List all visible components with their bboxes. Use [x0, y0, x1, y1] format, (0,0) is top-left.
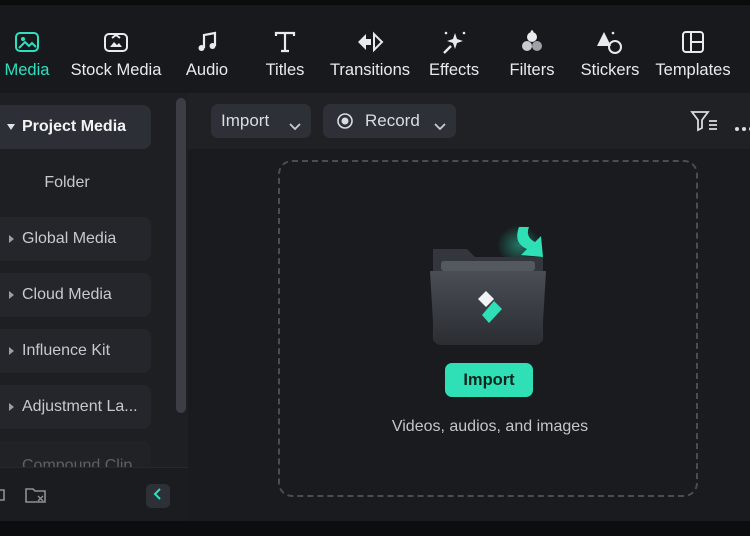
- tab-templates[interactable]: Templates: [655, 27, 731, 87]
- sidebar-item-label: Influence Kit: [22, 342, 111, 359]
- media-sidebar: Project Media Folder Global Media Cloud …: [0, 93, 188, 521]
- caret-right-icon: [0, 402, 22, 412]
- folder-add-icon[interactable]: [0, 486, 8, 509]
- sidebar-item-label: Cloud Media: [22, 286, 112, 303]
- window-bottom-edge: [0, 521, 750, 536]
- tab-titles-label: Titles: [265, 61, 305, 79]
- tab-media-label: Media: [4, 61, 50, 79]
- tab-transitions[interactable]: Transitions: [330, 27, 410, 87]
- sidebar-item-folder[interactable]: Folder: [0, 161, 134, 205]
- media-panel: Import Record Import Videos, audios, and…: [188, 93, 750, 521]
- tab-transitions-label: Transitions: [329, 61, 411, 79]
- tab-stock-media-label: Stock Media: [70, 61, 162, 79]
- tab-titles[interactable]: Titles: [264, 27, 306, 87]
- sidebar-item-cloud-media[interactable]: Cloud Media: [0, 273, 151, 317]
- sidebar-item-label: Adjustment La...: [22, 398, 138, 415]
- tab-filters-label: Filters: [509, 61, 555, 79]
- caret-down-icon: [0, 122, 22, 132]
- caret-right-icon: [0, 290, 22, 300]
- sidebar-footer: [0, 467, 188, 521]
- media-icon: [12, 27, 42, 57]
- more-options-icon[interactable]: [734, 119, 750, 137]
- stickers-icon: [595, 27, 625, 57]
- chevron-down-icon: [289, 116, 301, 136]
- import-hint-text: Videos, audios, and images: [391, 418, 589, 435]
- tab-stickers-label: Stickers: [580, 61, 640, 79]
- folder-remove-icon[interactable]: [24, 485, 48, 510]
- import-dropdown-label: Import: [221, 111, 270, 130]
- sidebar-scrollbar[interactable]: [176, 98, 186, 413]
- sidebar-item-adjustment-layer[interactable]: Adjustment La...: [0, 385, 151, 429]
- music-note-icon: [192, 27, 222, 57]
- caret-right-icon: [0, 234, 22, 244]
- sidebar-item-label: Global Media: [22, 230, 117, 247]
- record-icon: [336, 112, 354, 135]
- media-panel-header: Import Record: [188, 93, 750, 149]
- record-dropdown-label: Record: [365, 111, 420, 130]
- tab-templates-label: Templates: [655, 61, 731, 79]
- effects-sparkle-icon: [439, 27, 469, 57]
- filter-sort-icon[interactable]: [690, 109, 718, 138]
- media-library-area: Project Media Folder Global Media Cloud …: [0, 93, 750, 521]
- import-drop-zone[interactable]: Import Videos, audios, and images: [278, 160, 698, 497]
- text-t-icon: [270, 27, 300, 57]
- collapse-sidebar-button[interactable]: [146, 484, 170, 508]
- tab-audio[interactable]: Audio: [184, 27, 230, 87]
- caret-right-icon: [0, 346, 22, 356]
- filters-icon: [517, 27, 547, 57]
- tab-filters[interactable]: Filters: [508, 27, 556, 87]
- sidebar-item-label: Folder: [44, 174, 90, 191]
- transitions-icon: [355, 27, 385, 57]
- import-button[interactable]: Import: [445, 363, 533, 397]
- tab-media[interactable]: Media: [3, 27, 51, 87]
- templates-icon: [678, 27, 708, 57]
- stock-media-icon: [101, 27, 131, 57]
- tab-effects-label: Effects: [428, 61, 480, 79]
- sidebar-item-label: Project Media: [22, 118, 127, 135]
- sidebar-item-label: Compound Clip: [22, 457, 133, 467]
- chevron-left-icon: [153, 487, 163, 505]
- import-dropdown[interactable]: Import: [211, 104, 311, 138]
- folder-import-illustration-icon: [427, 219, 549, 354]
- sidebar-item-project-media[interactable]: Project Media: [0, 105, 151, 149]
- sidebar-item-influence-kit[interactable]: Influence Kit: [0, 329, 151, 373]
- record-dropdown[interactable]: Record: [323, 104, 456, 138]
- tab-stickers[interactable]: Stickers: [581, 27, 639, 87]
- media-toolbar: Media Stock Media Audio Titles Transitio…: [0, 5, 750, 93]
- tab-stock-media[interactable]: Stock Media: [70, 27, 162, 87]
- tab-effects[interactable]: Effects: [429, 27, 479, 87]
- chevron-down-icon: [434, 116, 446, 136]
- tab-audio-label: Audio: [185, 61, 229, 79]
- sidebar-item-compound-clip[interactable]: Compound Clip: [0, 441, 151, 467]
- sidebar-item-global-media[interactable]: Global Media: [0, 217, 151, 261]
